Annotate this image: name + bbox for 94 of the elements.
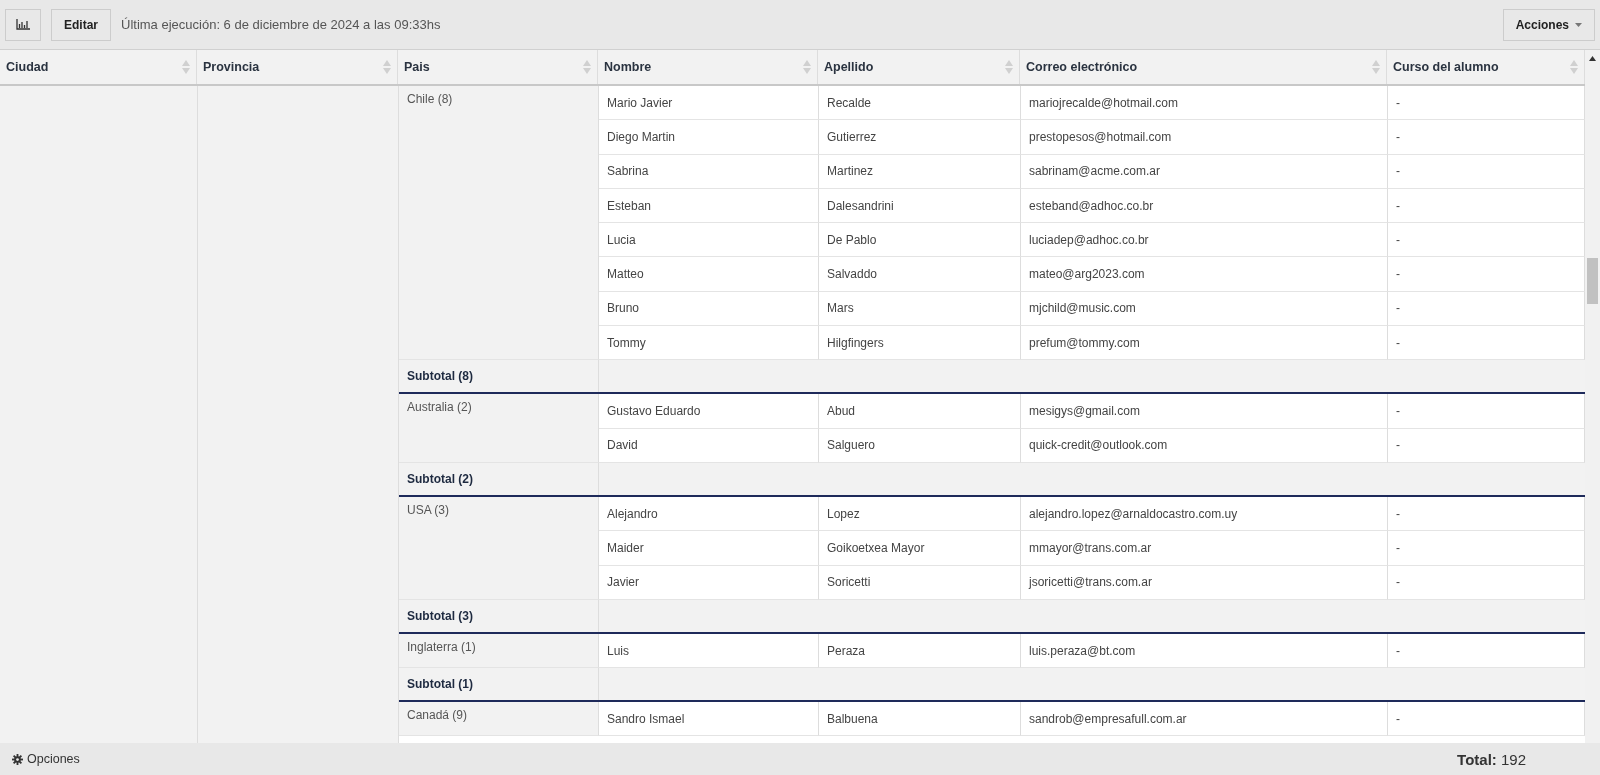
table-cell: Mars: [819, 291, 1021, 327]
country-cell: USA (3): [399, 496, 599, 600]
subtotal-label: Subtotal (3): [399, 599, 599, 632]
table-cell: -: [1388, 223, 1585, 258]
country-cell: Canadá (9): [399, 702, 599, 737]
table-cell: -: [1388, 326, 1585, 361]
sort-icon: [1570, 60, 1578, 74]
chart-button[interactable]: [5, 8, 41, 41]
table-cell: -: [1388, 257, 1585, 292]
table-cell: -: [1388, 86, 1585, 121]
edit-button[interactable]: Editar: [51, 8, 111, 41]
table-cell: quick-credit@outlook.com: [1021, 428, 1388, 463]
table-cell: Maider: [599, 531, 819, 566]
table-cell: Matteo: [599, 257, 819, 292]
table-cell: De Pablo: [819, 223, 1021, 258]
table-cell: -: [1388, 291, 1585, 327]
table-cell: mariojrecalde@hotmail.com: [1021, 86, 1388, 121]
table-cell: Lucia: [599, 223, 819, 258]
sort-icon: [182, 60, 190, 74]
table-cell: -: [1388, 154, 1585, 189]
table-cell: Goikoetxea Mayor: [819, 531, 1021, 566]
table-cell: mesigys@gmail.com: [1021, 394, 1388, 429]
table-cell: Peraza: [819, 633, 1021, 669]
table-cell: -: [1388, 428, 1585, 463]
table-cell: Hilgfingers: [819, 326, 1021, 361]
column-header[interactable]: Provincia: [197, 50, 398, 84]
column-header[interactable]: Correo electrónico: [1020, 50, 1387, 84]
table-cell: Gutierrez: [819, 120, 1021, 155]
table-cell: Alejandro: [599, 496, 819, 532]
table-cell: mateo@arg2023.com: [1021, 257, 1388, 292]
table-cell: sabrinam@acme.com.ar: [1021, 154, 1388, 189]
table-cell: -: [1388, 702, 1585, 737]
column-header[interactable]: Pais: [398, 50, 598, 84]
subtotal-label: Subtotal (8): [399, 360, 599, 393]
column-header[interactable]: Nombre: [598, 50, 818, 84]
table-cell: Mario Javier: [599, 86, 819, 121]
table-cell: -: [1388, 565, 1585, 600]
table-cell: Salguero: [819, 428, 1021, 463]
table-cell: Luis: [599, 633, 819, 669]
table-cell: Salvaddo: [819, 257, 1021, 292]
table-cell: Diego Martin: [599, 120, 819, 155]
bar-chart-icon: [16, 19, 30, 30]
table-cell: mjchild@music.com: [1021, 291, 1388, 327]
scrollbar[interactable]: [1585, 50, 1600, 743]
table-cell: Dalesandrini: [819, 188, 1021, 224]
table-cell: Sandro Ismael: [599, 702, 819, 737]
table-cell: luciadep@adhoc.co.br: [1021, 223, 1388, 258]
table-cell: prestopesos@hotmail.com: [1021, 120, 1388, 155]
subtotal-label: Subtotal (1): [399, 668, 599, 701]
table-cell: -: [1388, 531, 1585, 566]
table-cell: -: [1388, 120, 1585, 155]
table-cell: -: [1388, 496, 1585, 532]
table-cell: -: [1388, 188, 1585, 224]
last-run-text: Última ejecución: 6 de diciembre de 2024 a las 09:33hs: [121, 17, 441, 32]
table-cell: Soricetti: [819, 565, 1021, 600]
column-header[interactable]: Ciudad: [0, 50, 197, 84]
country-cell: Australia (2): [399, 394, 599, 463]
table-cell: Martinez: [819, 154, 1021, 189]
table-cell: mmayor@trans.com.ar: [1021, 531, 1388, 566]
actions-button[interactable]: Acciones: [1502, 8, 1595, 41]
table-cell: Balbuena: [819, 702, 1021, 737]
total-text: Total: 192: [1457, 750, 1526, 768]
table-cell: Esteban: [599, 188, 819, 224]
sort-icon: [583, 60, 591, 74]
options-link[interactable]: Opciones: [12, 752, 80, 766]
table-cell: jsoricetti@trans.com.ar: [1021, 565, 1388, 600]
scroll-up-icon: [1589, 56, 1596, 61]
sort-icon: [1005, 60, 1013, 74]
table-cell: Sabrina: [599, 154, 819, 189]
table-cell: esteband@adhoc.co.br: [1021, 188, 1388, 224]
scrollbar-thumb[interactable]: [1587, 258, 1598, 304]
table-cell: Lopez: [819, 496, 1021, 532]
table-cell: Tommy: [599, 326, 819, 361]
subtotal-label: Subtotal (2): [399, 462, 599, 495]
sort-icon: [383, 60, 391, 74]
table-cell: luis.peraza@bt.com: [1021, 633, 1388, 669]
sort-icon: [1372, 60, 1380, 74]
sort-icon: [803, 60, 811, 74]
table-cell: alejandro.lopez@arnaldocastro.com.uy: [1021, 496, 1388, 532]
table-cell: prefum@tommy.com: [1021, 326, 1388, 361]
table-cell: Gustavo Eduardo: [599, 394, 819, 429]
table-cell: Abud: [819, 394, 1021, 429]
table-cell: Recalde: [819, 86, 1021, 121]
table-cell: -: [1388, 394, 1585, 429]
country-cell: Inglaterra (1): [399, 633, 599, 669]
column-header[interactable]: Apellido: [818, 50, 1020, 84]
settings-icon: [12, 753, 23, 765]
table-cell: Javier: [599, 565, 819, 600]
table-cell: Bruno: [599, 291, 819, 327]
country-cell: Chile (8): [399, 86, 599, 361]
table-cell: David: [599, 428, 819, 463]
caret-icon: [1575, 22, 1582, 27]
table-cell: sandrob@empresafull.com.ar: [1021, 702, 1388, 737]
table-cell: -: [1388, 633, 1585, 669]
